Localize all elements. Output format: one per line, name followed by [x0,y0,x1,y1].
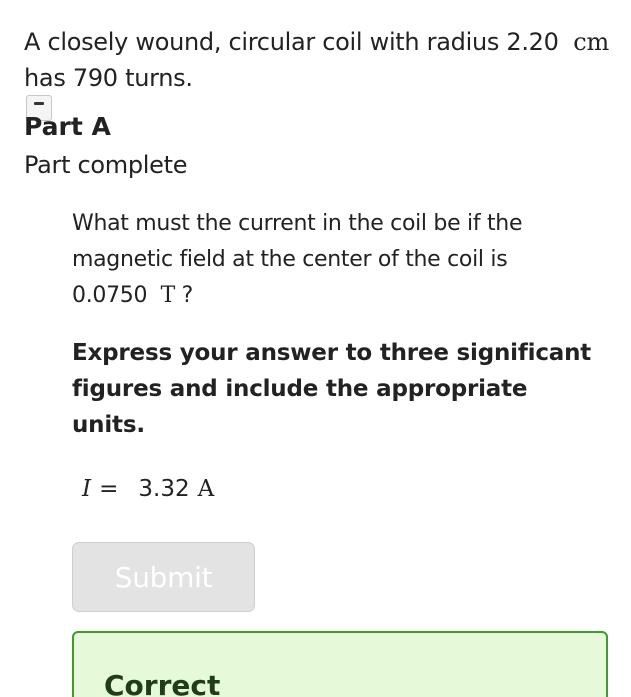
answer-instructions: Express your answer to three significant… [72,340,592,438]
feedback-title: Correct [104,669,221,697]
problem-text-line2: has 790 turns. [24,64,193,92]
question-unit: T [160,283,176,308]
question-end: ? [181,283,194,308]
feedback-box: Correct [72,631,608,697]
answer-variable: I [82,476,92,502]
answer-value: 3.32 [138,476,190,502]
problem-statement: A closely wound, circular coil with radi… [24,24,614,96]
part-status: Part complete [24,151,188,179]
question-text: What must the current in the coil be if … [72,206,592,314]
answer-row: I = 3.32 A [82,472,214,506]
problem-unit: cm [573,28,609,56]
submit-button[interactable]: Submit [72,542,255,612]
minus-icon [34,102,44,105]
answer-unit: A [197,476,215,502]
part-title: Part A [24,112,111,141]
problem-text: A closely wound, circular coil with radi… [24,28,559,56]
question-body: What must the current in the coil be if … [72,211,523,308]
answer-equals: = [99,476,119,502]
